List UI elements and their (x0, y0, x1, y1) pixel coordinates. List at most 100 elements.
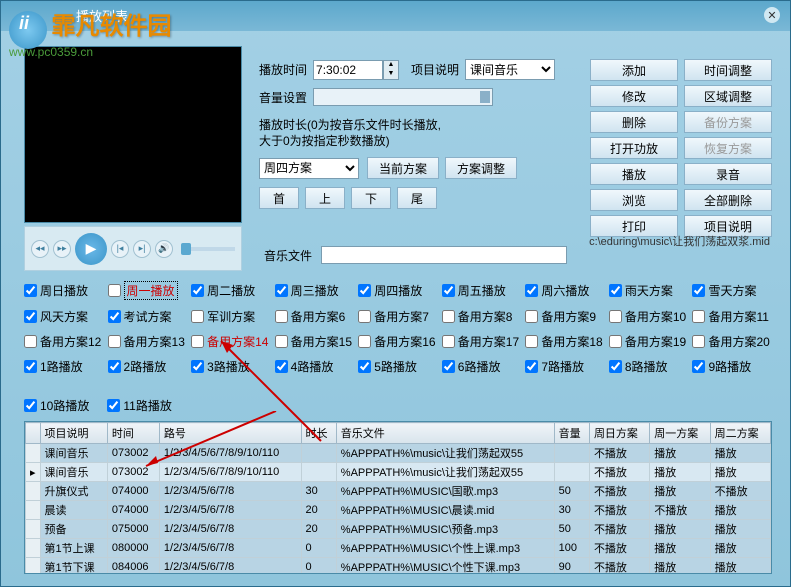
delete-all-button[interactable]: 全部删除 (684, 189, 772, 211)
record-button[interactable]: 录音 (684, 163, 772, 185)
checkbox[interactable] (358, 310, 371, 323)
time-spinner[interactable]: ▲▼ (383, 60, 399, 80)
checkbox[interactable] (525, 284, 538, 297)
checkbox[interactable] (358, 284, 371, 297)
play-scheme-button[interactable]: 播放 (590, 163, 678, 185)
checkbox[interactable] (692, 284, 705, 297)
checkbox[interactable] (442, 335, 455, 348)
checkbox[interactable] (609, 360, 622, 373)
checkbox-item: 周日播放 (24, 281, 104, 300)
checkbox[interactable] (358, 360, 371, 373)
backup-button[interactable]: 备份方案 (684, 111, 772, 133)
table-row[interactable]: 升旗仪式0740001/2/3/4/5/6/7/830%APPPATH%\MUS… (26, 482, 771, 501)
table-cell (26, 520, 41, 539)
current-scheme-button[interactable]: 当前方案 (367, 157, 439, 179)
checkbox[interactable] (692, 335, 705, 348)
table-row[interactable]: 晨读0740001/2/3/4/5/6/7/820%APPPATH%\MUSIC… (26, 501, 771, 520)
checkbox[interactable] (24, 399, 37, 412)
checkbox[interactable] (275, 284, 288, 297)
checkbox[interactable] (609, 284, 622, 297)
table-header[interactable]: 音乐文件 (336, 423, 554, 444)
checkbox[interactable] (24, 360, 37, 373)
checkbox-label: 雨天方案 (625, 282, 673, 299)
play-button[interactable]: ▶ (75, 233, 107, 265)
table-cell: 升旗仪式 (40, 482, 107, 501)
modify-button[interactable]: 修改 (590, 85, 678, 107)
prev-track-button[interactable]: |◂ (111, 240, 129, 258)
table-header[interactable]: 音量 (554, 423, 589, 444)
table-row[interactable]: 预备0750001/2/3/4/5/6/7/820%APPPATH%\MUSIC… (26, 520, 771, 539)
table-cell (301, 463, 336, 482)
rewind-button[interactable]: ◂◂ (31, 240, 49, 258)
nav-first-button[interactable]: 首 (259, 187, 299, 209)
table-header[interactable]: 路号 (159, 423, 301, 444)
checkbox[interactable] (24, 310, 37, 323)
open-amp-button[interactable]: 打开功放 (590, 137, 678, 159)
forward-button[interactable]: ▸▸ (53, 240, 71, 258)
checkbox[interactable] (24, 284, 37, 297)
checkbox[interactable] (108, 284, 121, 297)
checkbox[interactable] (525, 335, 538, 348)
nav-prev-button[interactable]: 上 (305, 187, 345, 209)
restore-button[interactable]: 恢复方案 (684, 137, 772, 159)
delete-button[interactable]: 删除 (590, 111, 678, 133)
table-header[interactable]: 周二方案 (710, 423, 770, 444)
browse-button[interactable]: 浏览 (590, 189, 678, 211)
table-row[interactable]: 课间音乐0730021/2/3/4/5/6/7/8/9/10/110%APPPA… (26, 444, 771, 463)
next-track-button[interactable]: ▸| (133, 240, 151, 258)
table-header[interactable]: 项目说明 (40, 423, 107, 444)
checkbox[interactable] (275, 310, 288, 323)
play-time-input[interactable] (313, 60, 383, 80)
close-button[interactable]: ✕ (764, 7, 780, 23)
table-header[interactable] (26, 423, 41, 444)
nav-last-button[interactable]: 尾 (397, 187, 437, 209)
table-header[interactable]: 时间 (107, 423, 159, 444)
checkbox[interactable] (609, 335, 622, 348)
checkbox-label: 备用方案14 (207, 333, 268, 350)
checkbox[interactable] (107, 399, 120, 412)
table-row[interactable]: 第1节上课0800001/2/3/4/5/6/7/80%APPPATH%\MUS… (26, 539, 771, 558)
checkbox[interactable] (191, 284, 204, 297)
checkbox[interactable] (692, 360, 705, 373)
table-row[interactable]: ▸课间音乐0730021/2/3/4/5/6/7/8/9/10/110%APPP… (26, 463, 771, 482)
volume-slider[interactable] (313, 88, 493, 106)
table-header[interactable]: 周日方案 (589, 423, 649, 444)
checkbox-item: 备用方案9 (525, 308, 605, 325)
time-adjust-button[interactable]: 时间调整 (684, 59, 772, 81)
nav-next-button[interactable]: 下 (351, 187, 391, 209)
checkbox-item: 周五播放 (442, 281, 522, 300)
checkbox[interactable] (358, 335, 371, 348)
checkbox[interactable] (442, 284, 455, 297)
checkbox[interactable] (609, 310, 622, 323)
checkbox[interactable] (191, 360, 204, 373)
checkbox-label: 10路播放 (40, 397, 89, 414)
checkbox[interactable] (108, 310, 121, 323)
add-button[interactable]: 添加 (590, 59, 678, 81)
player-slider[interactable] (181, 247, 235, 251)
checkbox[interactable] (24, 335, 37, 348)
checkbox-item: 备用方案19 (609, 333, 689, 350)
checkbox[interactable] (191, 335, 204, 348)
volume-icon[interactable]: 🔊 (155, 240, 173, 258)
music-file-input[interactable] (321, 246, 567, 264)
table-header[interactable]: 周一方案 (650, 423, 710, 444)
checkbox[interactable] (442, 310, 455, 323)
checkbox[interactable] (108, 360, 121, 373)
table-header[interactable]: 时长 (301, 423, 336, 444)
checkbox[interactable] (275, 360, 288, 373)
checkbox[interactable] (525, 310, 538, 323)
table-cell: 第1节上课 (40, 539, 107, 558)
checkbox[interactable] (108, 335, 121, 348)
table-row[interactable]: 第1节下课0840061/2/3/4/5/6/7/80%APPPATH%\MUS… (26, 558, 771, 575)
checkbox[interactable] (525, 360, 538, 373)
checkbox[interactable] (442, 360, 455, 373)
table-cell: %APPPATH%\MUSIC\个性上课.mp3 (336, 539, 554, 558)
checkbox[interactable] (275, 335, 288, 348)
checkbox[interactable] (692, 310, 705, 323)
checkbox-label: 1路播放 (40, 358, 83, 375)
checkbox[interactable] (191, 310, 204, 323)
scheme-select[interactable]: 周四方案 (259, 158, 359, 179)
scheme-adjust-button[interactable]: 方案调整 (445, 157, 517, 179)
area-adjust-button[interactable]: 区域调整 (684, 85, 772, 107)
project-select[interactable]: 课间音乐 (465, 59, 555, 80)
